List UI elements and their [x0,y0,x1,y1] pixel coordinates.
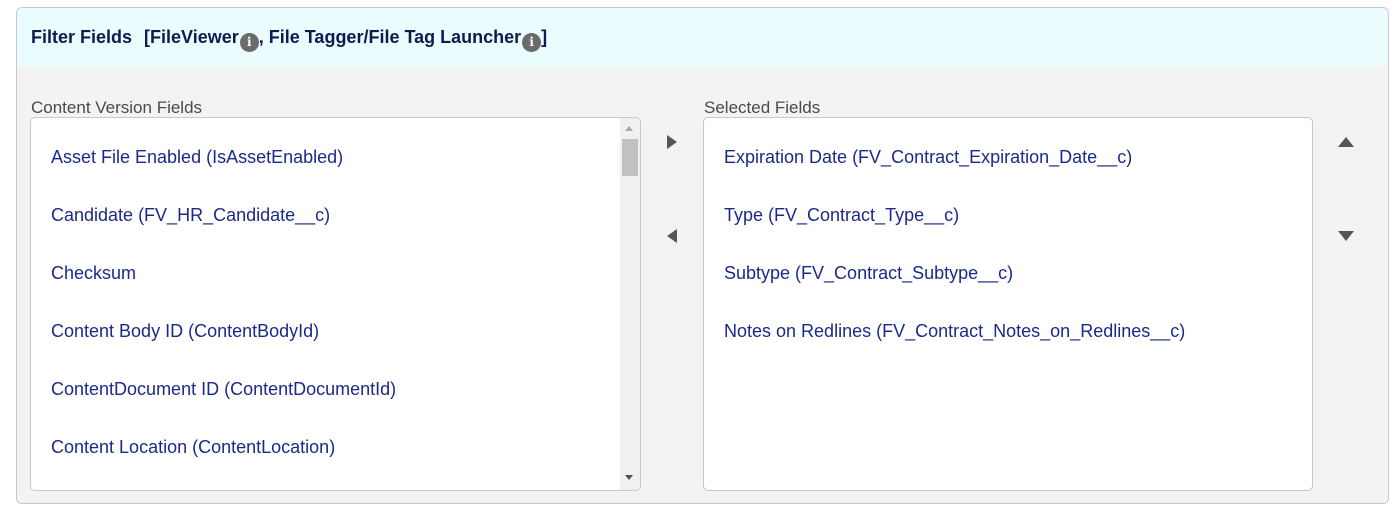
list-item[interactable]: ContentDocument ID (ContentDocumentId) [51,379,396,400]
triangle-left-icon [667,229,677,243]
selected-fields-listbox[interactable]: Expiration Date (FV_Contract_Expiration_… [703,117,1313,491]
list-item[interactable]: Content Body ID (ContentBodyId) [51,321,319,342]
triangle-down-icon [1338,231,1354,241]
scroll-thumb[interactable] [622,139,638,176]
available-fields-listbox[interactable]: Asset File Enabled (IsAssetEnabled) Cand… [30,117,641,491]
filter-fields-card: Filter Fields [ FileViewer i , File Tagg… [16,7,1389,504]
move-right-button[interactable] [660,130,684,154]
bracket-close: ] [541,26,548,47]
fileviewer-label: FileViewer [150,26,239,47]
available-fields-label: Content Version Fields [31,98,203,117]
header-title: Filter Fields [31,26,133,47]
move-up-button[interactable] [1334,130,1358,154]
list-item[interactable]: Checksum [51,263,136,284]
scroll-down-icon[interactable] [625,475,633,480]
triangle-right-icon [667,135,677,149]
card-header: Filter Fields [ FileViewer i , File Tagg… [17,8,1388,66]
scrollbar[interactable] [620,118,640,490]
list-item[interactable]: Type (FV_Contract_Type__c) [724,205,959,226]
list-item[interactable]: Notes on Redlines (FV_Contract_Notes_on_… [724,321,1185,342]
scroll-up-icon[interactable] [625,126,633,131]
list-item[interactable]: Expiration Date (FV_Contract_Expiration_… [724,147,1132,168]
list-item[interactable]: Asset File Enabled (IsAssetEnabled) [51,147,343,168]
triangle-up-icon [1338,137,1354,147]
separator: , [258,26,269,47]
list-item[interactable]: Candidate (FV_HR_Candidate__c) [51,205,330,226]
info-icon[interactable]: i [522,32,542,52]
info-icon[interactable]: i [239,32,259,52]
file-tagger-label: File Tagger/File Tag Launcher [268,26,522,47]
list-item[interactable]: Subtype (FV_Contract_Subtype__c) [724,263,1013,284]
selected-fields-label: Selected Fields [704,98,821,117]
list-item[interactable]: Content Location (ContentLocation) [51,437,335,458]
move-down-button[interactable] [1334,224,1358,248]
move-left-button[interactable] [660,224,684,248]
